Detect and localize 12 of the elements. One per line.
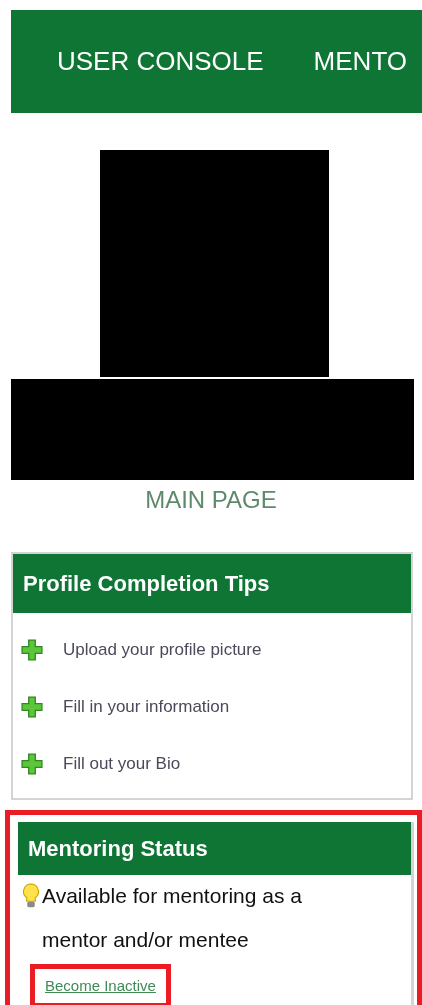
tip-link[interactable]: Fill in your information [63,696,230,717]
plus-icon [21,752,43,775]
card-title: Profile Completion Tips [13,554,411,613]
tip-link[interactable]: Fill out your Bio [63,753,181,774]
plus-icon [21,638,43,661]
tip-link[interactable]: Upload your profile picture [63,639,262,660]
card-title: Mentoring Status [18,822,411,875]
main-page-link[interactable]: MAIN PAGE [145,486,277,513]
nav-link[interactable]: USER CONSOLE [57,46,264,77]
nav-link[interactable]: MENTO [313,46,408,77]
plus-icon [21,695,43,718]
status-text: Available for mentoring as a mentor and/or mentee [42,883,303,953]
